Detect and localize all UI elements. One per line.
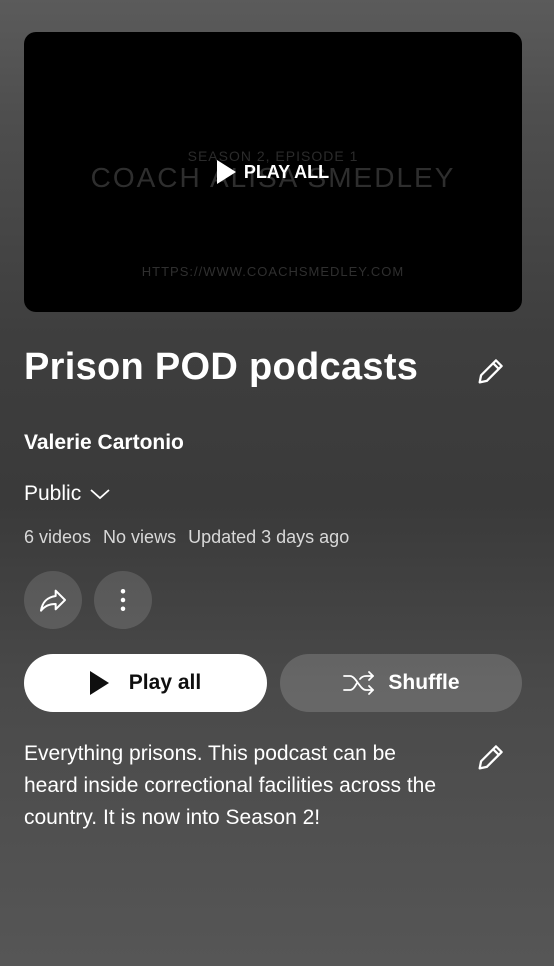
shuffle-label: Shuffle <box>388 671 460 694</box>
privacy-label: Public <box>24 482 82 505</box>
thumbnail-play-all-label: PLAY ALL <box>243 161 330 182</box>
playlist-thumbnail[interactable]: SEASON 2, EPISODE 1 COACH ALISA SMEDLEY … <box>24 32 522 312</box>
play-all-button[interactable]: Play all <box>24 654 267 712</box>
pencil-icon[interactable] <box>474 740 508 774</box>
play-icon <box>216 160 236 184</box>
view-count: No views <box>103 527 177 547</box>
chevron-down-icon <box>90 489 110 500</box>
more-vertical-icon <box>120 589 126 611</box>
more-button[interactable] <box>94 571 152 629</box>
playlist-title: Prison POD podcasts <box>24 346 419 388</box>
play-icon <box>89 671 109 695</box>
share-button[interactable] <box>24 571 82 629</box>
share-icon <box>40 589 66 612</box>
thumbnail-play-all-overlay[interactable]: PLAY ALL <box>24 160 522 184</box>
updated-time: Updated 3 days ago <box>188 527 350 547</box>
playlist-meta: 6 videos No views Updated 3 days ago <box>24 527 349 548</box>
privacy-dropdown[interactable]: Public <box>24 482 111 506</box>
play-all-label: Play all <box>128 671 202 694</box>
shuffle-button[interactable]: Shuffle <box>280 654 522 712</box>
playlist-owner[interactable]: Valerie Cartonio <box>24 431 184 455</box>
playlist-description: Everything prisons. This podcast can be … <box>24 742 437 829</box>
shuffle-icon <box>343 671 375 695</box>
thumbnail-url-text: HTTPS://WWW.COACHSMEDLEY.COM <box>141 264 405 279</box>
video-count: 6 videos <box>24 527 92 547</box>
pencil-icon[interactable] <box>474 354 508 388</box>
